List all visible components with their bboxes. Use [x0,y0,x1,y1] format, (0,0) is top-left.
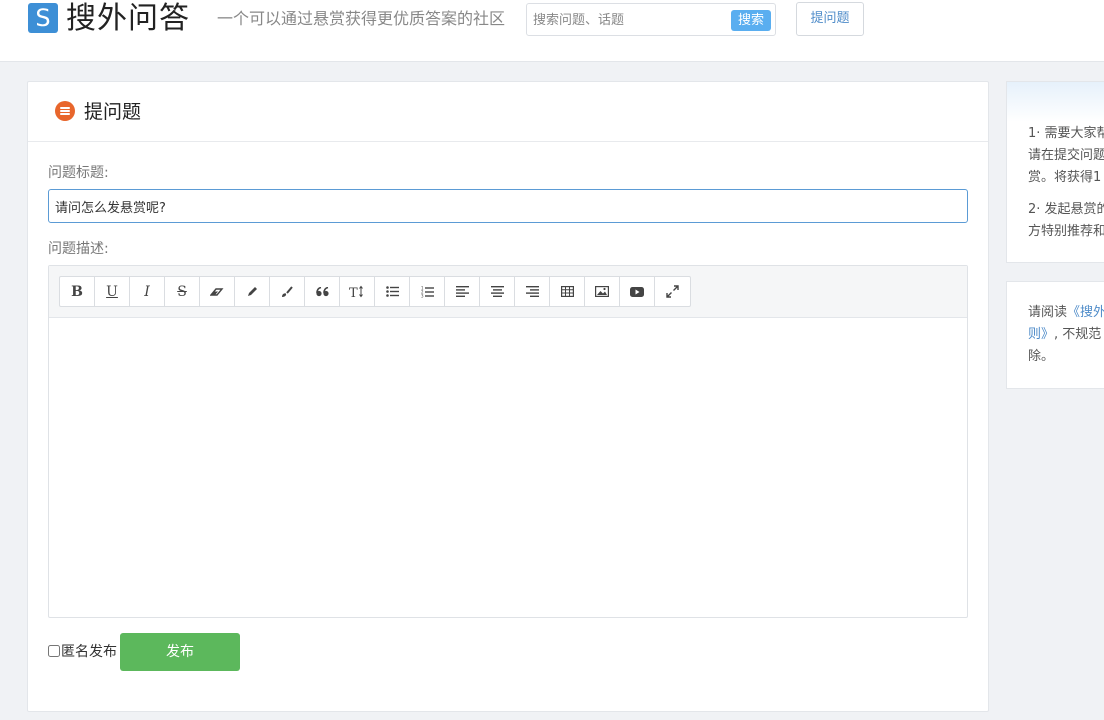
video-button[interactable] [620,277,655,306]
rules-line: 请阅读《搜外 [1028,302,1104,324]
tip-line: 方特别推荐和 [1028,224,1104,239]
page-title: 提问题 [84,101,142,123]
ordered-list-icon: 123 [421,286,434,298]
tip-line: 赏。将获得1 [1028,170,1102,185]
rules-link-end[interactable]: 则》 [1028,327,1054,342]
unordered-list-icon [385,286,399,297]
question-title-label: 问题标题: [48,165,109,181]
brush-icon [282,285,293,297]
rules-card: 请阅读《搜外 则》, 不规范 除。 [1006,281,1104,389]
tip-line: 请在提交问题 [1028,148,1104,163]
pencil-icon [248,286,257,296]
table-icon [560,286,574,297]
svg-text:3: 3 [421,293,424,298]
bold-button[interactable]: B [60,277,95,306]
quote-icon [315,286,329,296]
search-button[interactable]: 搜索 [731,10,771,31]
video-icon [630,286,644,297]
fullscreen-button[interactable] [655,277,690,306]
align-right-icon [525,286,539,297]
toolbar-buttons: B U I S T 1 2 3 [59,276,691,307]
site-name[interactable]: 搜外问答 [66,0,190,38]
ask-question-card: 提问题 问题标题: 问题描述: B U I S [27,81,989,712]
align-center-icon [490,286,504,297]
rules-line: 除。 [1028,349,1055,364]
strikethrough-button[interactable]: S [165,277,200,306]
tip-line: 2· 发起悬赏的 [1028,202,1104,217]
tip-line: 1· 需要大家帮 [1028,126,1104,141]
ordered-list-button[interactable]: 123 [410,277,445,306]
search-input[interactable] [533,10,723,30]
underline-button[interactable]: U [95,277,130,306]
svg-text:T: T [349,286,358,298]
top-header: S 搜外问答 一个可以通过悬赏获得更优质答案的社区 搜索 提问题 [0,0,1104,62]
underline-icon: U [106,283,118,300]
search-box: 搜索 [526,3,776,36]
align-left-icon [455,286,469,297]
eraser-button[interactable] [200,277,235,306]
anonymous-label: 匿名发布 [61,644,117,660]
rules-link[interactable]: 《搜外 [1067,305,1104,320]
align-right-button[interactable] [515,277,550,306]
site-tagline: 一个可以通过悬赏获得更优质答案的社区 [217,9,506,28]
italic-icon: I [144,283,150,300]
anonymous-option[interactable]: 匿名发布 [48,641,117,661]
fullscreen-icon [666,285,679,298]
bold-icon: B [71,283,83,300]
editor-toolbar: B U I S T 1 2 3 [49,266,967,318]
anonymous-checkbox[interactable] [48,645,60,657]
rich-text-editor: B U I S T 1 2 3 [48,265,968,618]
align-center-button[interactable] [480,277,515,306]
quote-button[interactable] [305,277,340,306]
menu-list-icon [55,101,75,121]
brush-button[interactable] [270,277,305,306]
italic-button[interactable]: I [130,277,165,306]
rules-suffix: , 不规范 [1054,327,1102,342]
align-left-button[interactable] [445,277,480,306]
publish-button[interactable]: 发布 [120,633,240,671]
rules-line: 则》, 不规范 [1028,324,1104,346]
image-button[interactable] [585,277,620,306]
question-title-input[interactable] [48,189,968,223]
question-description-label: 问题描述: [48,241,109,257]
text-size-button[interactable]: T [340,277,375,306]
editor-content-area[interactable] [49,318,967,617]
logo-icon[interactable]: S [28,3,58,33]
ask-question-button[interactable]: 提问题 [796,2,864,36]
strikethrough-icon: S [177,283,187,300]
image-icon [595,286,609,297]
text-size-icon: T [349,285,363,298]
tips-card: 1· 需要大家帮 请在提交问题 赏。将获得1 2· 发起悬赏的 方特别推荐和 [1006,81,1104,263]
pencil-button[interactable] [235,277,270,306]
card-header: 提问题 [28,82,988,142]
eraser-icon [210,287,224,296]
table-button[interactable] [550,277,585,306]
rules-prefix: 请阅读 [1028,305,1068,320]
unordered-list-button[interactable] [375,277,410,306]
